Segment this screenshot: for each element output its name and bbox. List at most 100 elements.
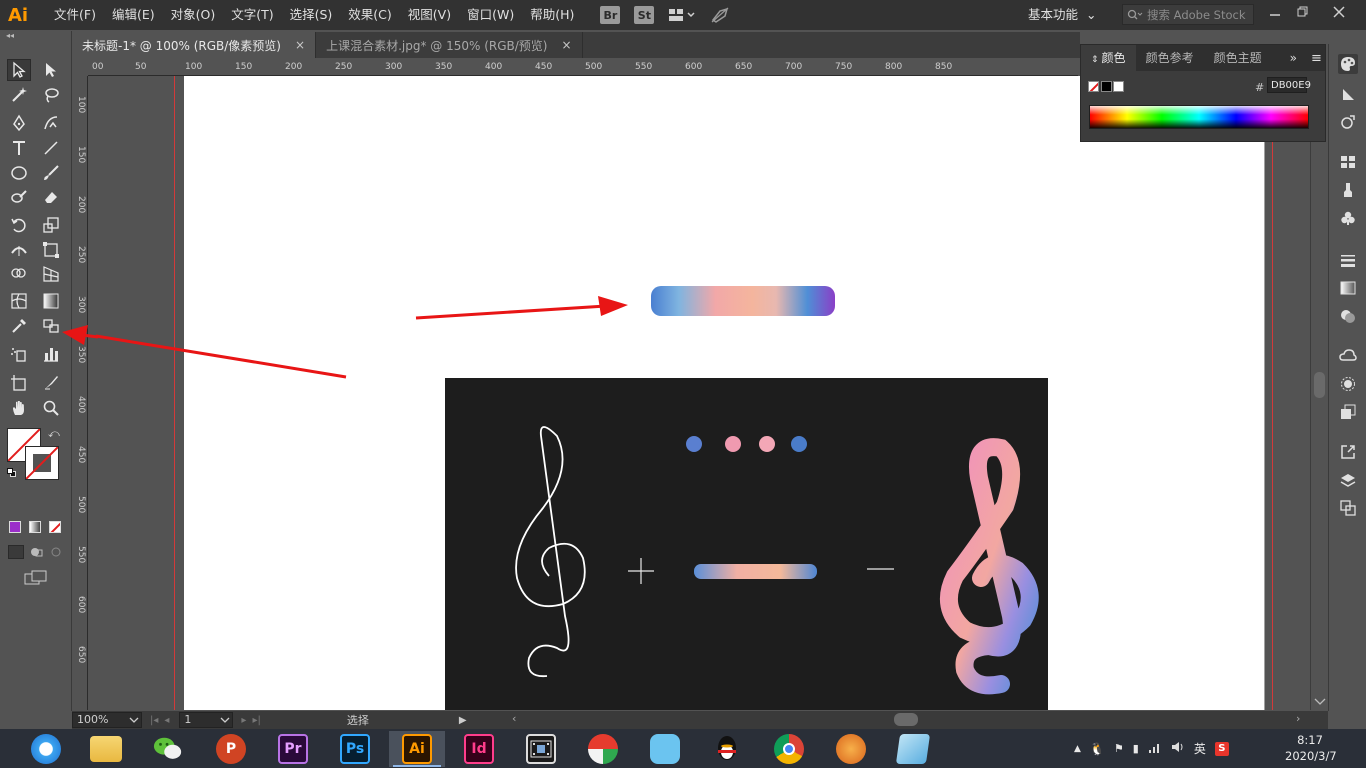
palette-icon[interactable] — [1338, 54, 1358, 74]
last-artboard-icon[interactable]: ▸| — [252, 715, 260, 726]
horizontal-ruler[interactable]: 00 50 100 150 200 250 300 350 400 450 50… — [88, 62, 1078, 76]
default-colors-icon[interactable] — [7, 468, 17, 478]
rotate-tool[interactable] — [7, 214, 31, 236]
gpu-performance-button[interactable] — [708, 4, 732, 26]
artboards-icon[interactable] — [1338, 498, 1358, 518]
sogou-ime-icon[interactable]: S — [1214, 741, 1229, 756]
scroll-thumb[interactable] — [1314, 372, 1325, 398]
menu-window[interactable]: 窗口(W) — [459, 0, 522, 30]
shape-builder-tool[interactable] — [7, 263, 31, 285]
draw-normal-icon[interactable] — [8, 545, 24, 559]
swap-fill-stroke-icon[interactable]: ⤺ — [48, 427, 60, 441]
menu-type[interactable]: 文字(T) — [223, 0, 281, 30]
close-icon[interactable]: × — [295, 38, 305, 52]
zoom-level-select[interactable]: 100% — [72, 712, 142, 728]
taskbar-clock[interactable]: 8:17 2020/3/7 — [1285, 732, 1337, 764]
hex-color-input[interactable]: DB00E9 — [1267, 77, 1311, 93]
taskbar-indesign[interactable]: Id — [451, 731, 507, 767]
taskbar-wechat[interactable] — [140, 731, 196, 767]
qq-tray-icon[interactable]: 🐧 — [1090, 742, 1105, 756]
scale-tool[interactable] — [39, 214, 63, 236]
symbols-icon[interactable] — [1338, 208, 1358, 228]
stroke-swatch[interactable] — [25, 446, 59, 480]
tab-color-guide[interactable]: 颜色参考 — [1136, 45, 1204, 71]
draw-inside-icon[interactable] — [49, 545, 63, 559]
eraser-tool[interactable] — [39, 186, 63, 208]
fill-none-swatch[interactable] — [1088, 81, 1099, 92]
taskbar-video-editor[interactable] — [513, 731, 569, 767]
scroll-down-icon[interactable] — [1314, 698, 1326, 706]
taskbar-file-explorer[interactable] — [78, 731, 134, 767]
network-icon[interactable] — [1148, 741, 1162, 756]
mesh-tool[interactable] — [7, 290, 31, 312]
recolor-icon[interactable] — [1338, 112, 1358, 132]
white-swatch[interactable] — [1113, 81, 1124, 92]
volume-icon[interactable] — [1171, 741, 1185, 756]
restore-button[interactable] — [1286, 0, 1320, 24]
panel-menu-icon[interactable]: ≡ — [1311, 51, 1322, 66]
gradient-panel-icon[interactable] — [1338, 278, 1358, 298]
hand-tool[interactable] — [7, 397, 31, 419]
creative-cloud-libraries-icon[interactable] — [1338, 346, 1358, 366]
taskbar-illustrator[interactable]: Ai — [389, 731, 445, 767]
direct-selection-tool[interactable] — [39, 59, 63, 81]
taskbar-qq-browser[interactable] — [18, 731, 74, 767]
brushes-icon[interactable] — [1338, 180, 1358, 200]
collapse-panel-icon[interactable]: ◂◂ — [0, 31, 71, 41]
paintbrush-tool[interactable] — [39, 162, 63, 184]
close-window-button[interactable] — [1322, 0, 1356, 24]
magic-wand-tool[interactable] — [7, 84, 31, 106]
taskbar-chrome[interactable] — [761, 731, 817, 767]
stroke-icon[interactable] — [1338, 250, 1358, 270]
taskbar-qq[interactable] — [699, 731, 755, 767]
graphic-styles-icon[interactable] — [1338, 402, 1358, 422]
flag-tray-icon[interactable]: ⚑ — [1114, 742, 1124, 755]
first-artboard-icon[interactable]: |◂ — [150, 715, 158, 726]
arrange-documents-button[interactable] — [668, 4, 698, 26]
appearance-icon[interactable] — [1338, 374, 1358, 394]
color-mode-button[interactable] — [9, 521, 21, 533]
scroll-thumb[interactable] — [894, 713, 918, 726]
menu-view[interactable]: 视图(V) — [400, 0, 459, 30]
draw-behind-icon[interactable] — [29, 545, 43, 559]
scroll-right-icon[interactable]: › — [1296, 712, 1300, 725]
swatches-icon[interactable] — [1338, 152, 1358, 172]
gradient-mode-button[interactable] — [29, 521, 41, 533]
column-graph-tool[interactable] — [39, 343, 63, 365]
export-icon[interactable] — [1338, 442, 1358, 462]
tab-untitled-1[interactable]: 未标题-1* @ 100% (RGB/像素预览) × — [72, 32, 317, 58]
workspace-switcher[interactable]: 基本功能 ⌄ — [1028, 0, 1097, 30]
gradient-tool[interactable] — [39, 290, 63, 312]
device-tray-icon[interactable]: ▮ — [1133, 742, 1139, 755]
none-mode-button[interactable] — [49, 521, 61, 533]
gradient-capsule-shape[interactable] — [651, 286, 835, 316]
taskbar-premiere[interactable]: Pr — [265, 731, 321, 767]
line-segment-tool[interactable] — [39, 137, 63, 159]
status-menu-icon[interactable]: ▶ — [459, 715, 467, 726]
show-hidden-icons[interactable]: ▲ — [1074, 744, 1081, 754]
zoom-tool[interactable] — [39, 397, 63, 419]
stock-button[interactable]: St — [634, 6, 655, 24]
curvature-tool[interactable] — [39, 112, 63, 134]
lasso-tool[interactable] — [39, 84, 63, 106]
vertical-ruler[interactable]: 100 150 200 250 300 350 400 450 500 550 … — [74, 76, 88, 710]
color-guide-icon[interactable] — [1338, 84, 1358, 104]
taskbar-app-cat[interactable] — [637, 731, 693, 767]
tab-color[interactable]: ⇕ 颜色 — [1081, 45, 1136, 71]
menu-edit[interactable]: 编辑(E) — [104, 0, 163, 30]
screen-mode-icon[interactable] — [24, 570, 48, 586]
color-spectrum[interactable] — [1089, 105, 1309, 129]
canvas-area[interactable] — [88, 76, 1328, 710]
vertical-scrollbar[interactable] — [1310, 62, 1328, 710]
perspective-grid-tool[interactable] — [39, 263, 63, 285]
input-language-indicator[interactable]: 英 — [1194, 740, 1206, 757]
taskbar-app-blue[interactable] — [885, 731, 941, 767]
menu-help[interactable]: 帮助(H) — [522, 0, 582, 30]
blend-tool[interactable] — [39, 315, 63, 337]
transparency-icon[interactable] — [1338, 306, 1358, 326]
free-transform-tool[interactable] — [39, 239, 63, 261]
artboard-number-select[interactable]: 1 — [179, 712, 234, 728]
artboard-tool[interactable] — [7, 372, 31, 394]
width-tool[interactable] — [7, 239, 31, 261]
taskbar-photoshop[interactable]: Ps — [327, 731, 383, 767]
